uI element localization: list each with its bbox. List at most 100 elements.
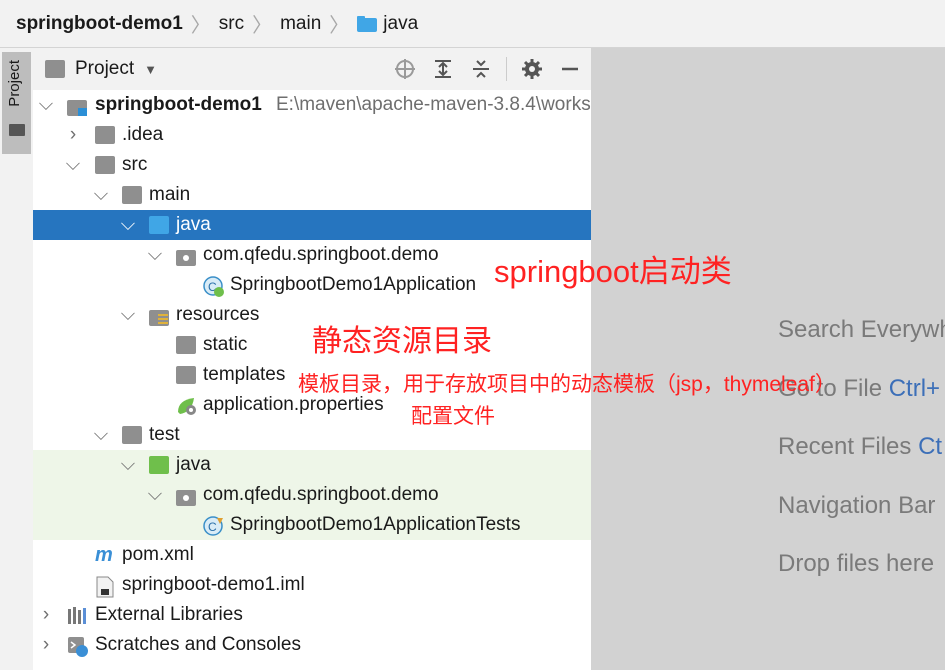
breadcrumb-item-java[interactable]: java [357, 13, 418, 35]
folder-icon [122, 186, 142, 204]
chevron-down-icon[interactable]: ⌵ [66, 150, 80, 180]
hint-search-text: Search Everywh [778, 316, 945, 343]
scratches-icon [67, 636, 88, 657]
test-java-label: java [176, 454, 211, 475]
java-label: java [176, 214, 211, 235]
root-path: E:\maven\apache-maven-3.8.4\works [276, 94, 591, 115]
tree-item-java[interactable]: ⌵ java [33, 210, 591, 240]
select-opened-file-icon[interactable] [392, 56, 418, 82]
folder-icon [176, 366, 196, 384]
maven-icon: m [95, 544, 113, 566]
breadcrumb-java-label: java [383, 12, 419, 34]
tree-item-test-class[interactable]: C SpringbootDemo1ApplicationTests [33, 510, 591, 540]
pom-label: pom.xml [122, 544, 194, 565]
project-panel-header: Project ▼ [33, 48, 591, 90]
tree-item-idea[interactable]: › .idea [33, 120, 591, 150]
hint-search-everywhere: Search Everywh [778, 316, 945, 344]
spring-boot-class-icon: C [203, 276, 224, 297]
folder-icon [122, 426, 142, 444]
src-label: src [122, 154, 148, 175]
collapse-all-icon[interactable] [468, 56, 494, 82]
source-folder-icon [149, 216, 169, 234]
breadcrumb-item-main[interactable]: main [280, 13, 321, 35]
tree-item-main[interactable]: ⌵ main [33, 180, 591, 210]
hint-nav-bar-text: Navigation Bar [778, 492, 936, 519]
static-label: static [203, 334, 248, 355]
chevron-down-icon[interactable]: ⌵ [94, 420, 108, 450]
package-icon [176, 486, 196, 506]
tree-item-test-package[interactable]: ⌵ com.qfedu.springboot.demo [33, 480, 591, 510]
hint-recent-files: Recent Files Ct [778, 433, 942, 461]
chevron-down-icon[interactable]: ⌵ [39, 90, 53, 120]
chevron-right-icon: 〉 [329, 15, 350, 37]
tree-item-pom[interactable]: m pom.xml [33, 540, 591, 570]
panel-title[interactable]: Project [75, 58, 134, 80]
tree-item-external-libraries[interactable]: › External Libraries [33, 600, 591, 630]
toolbar-divider [506, 57, 507, 81]
view-dropdown-icon[interactable]: ▼ [144, 62, 157, 77]
breadcrumb-main-label: main [280, 12, 322, 34]
panel-toolbar [380, 56, 583, 82]
editor-empty-area: Search Everywh Go to File Ctrl+ Recent F… [591, 48, 945, 670]
svg-text:C: C [208, 520, 217, 534]
expand-all-icon[interactable] [430, 56, 456, 82]
resources-label: resources [176, 304, 260, 325]
tree-item-root[interactable]: ⌵ springboot-demo1 E:\maven\apache-maven… [33, 90, 591, 120]
chevron-right-icon: 〉 [252, 15, 273, 37]
package-icon [176, 246, 196, 266]
chevron-right-icon[interactable]: › [39, 630, 53, 660]
breadcrumb-item-project[interactable]: springboot-demo1 [16, 13, 183, 35]
hint-recent-files-text: Recent Files [778, 433, 919, 460]
module-file-icon [95, 576, 115, 598]
templates-label: templates [203, 364, 286, 385]
main-label: main [149, 184, 191, 205]
hide-panel-icon[interactable] [557, 56, 583, 82]
chevron-down-icon[interactable]: ⌵ [121, 210, 135, 240]
annotation-startup-class: springboot启动类 [494, 254, 732, 289]
folder-icon [95, 126, 115, 144]
module-folder-icon [67, 96, 87, 116]
hint-recent-files-key: Ct [918, 433, 943, 460]
external-libraries-label: External Libraries [95, 604, 243, 625]
test-class-label: SpringbootDemo1ApplicationTests [230, 514, 521, 535]
spring-properties-icon [176, 396, 196, 415]
folder-icon [176, 336, 196, 354]
hint-drop-files: Drop files here [778, 550, 934, 578]
chevron-down-icon[interactable]: ⌵ [121, 450, 135, 480]
test-package-label: com.qfedu.springboot.demo [203, 484, 439, 505]
test-label: test [149, 424, 180, 445]
scratches-label: Scratches and Consoles [95, 634, 301, 655]
hint-goto-file-key: Ctrl+ [888, 375, 941, 402]
chevron-down-icon[interactable]: ⌵ [148, 480, 162, 510]
chevron-right-icon[interactable]: › [66, 120, 80, 150]
app-class-label: SpringbootDemo1Application [230, 274, 477, 295]
annotation-templates: 模板目录，用于存放项目中的动态模板（jsp，thymeleaf） [298, 373, 836, 396]
folder-icon [357, 15, 378, 32]
annotation-static-resources: 静态资源目录 [312, 325, 492, 358]
hint-navigation-bar: Navigation Bar [778, 492, 935, 520]
root-name: springboot-demo1 [95, 94, 262, 115]
test-source-folder-icon [149, 456, 169, 474]
tree-item-test-java[interactable]: ⌵ java [33, 450, 591, 480]
breadcrumb-item-src[interactable]: src [219, 13, 244, 35]
project-tab-label: Project [6, 60, 23, 107]
breadcrumb-src-label: src [218, 12, 245, 34]
resources-folder-icon [149, 306, 169, 326]
test-class-icon: C [203, 516, 223, 536]
annotation-config-file: 配置文件 [411, 405, 495, 428]
hint-drop-text: Drop files here [778, 550, 935, 577]
folder-icon [9, 124, 25, 136]
library-icon [67, 606, 87, 624]
package-label: com.qfedu.springboot.demo [203, 244, 439, 265]
chevron-down-icon[interactable]: ⌵ [148, 240, 162, 270]
gear-icon[interactable] [519, 56, 545, 82]
idea-label: .idea [122, 124, 164, 145]
chevron-right-icon[interactable]: › [39, 600, 53, 630]
chevron-down-icon[interactable]: ⌵ [121, 300, 135, 330]
tree-item-scratches[interactable]: › Scratches and Consoles [33, 630, 591, 660]
chevron-down-icon[interactable]: ⌵ [94, 180, 108, 210]
tree-item-iml[interactable]: springboot-demo1.iml [33, 570, 591, 600]
tree-item-src[interactable]: ⌵ src [33, 150, 591, 180]
project-view-icon [45, 60, 65, 78]
tree-item-test[interactable]: ⌵ test [33, 420, 591, 450]
